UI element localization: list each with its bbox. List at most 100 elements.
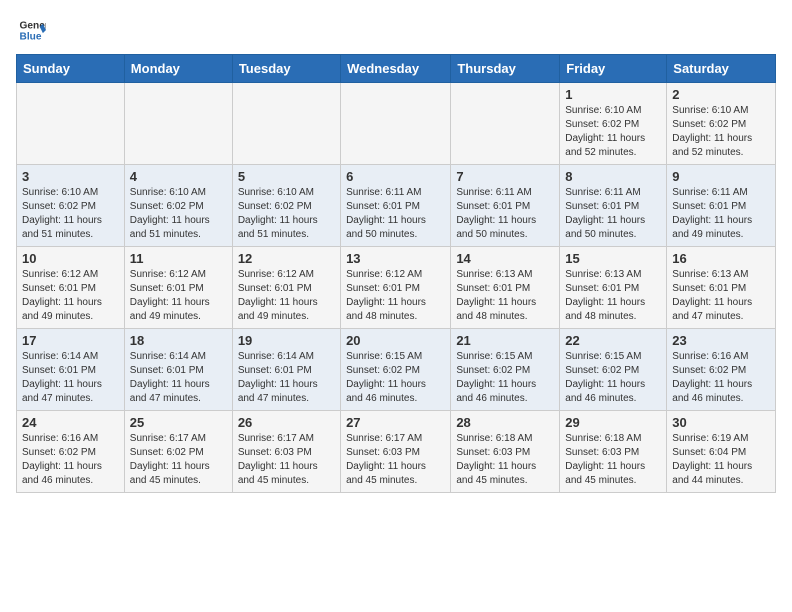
calendar-cell: 13 Sunrise: 6:12 AM Sunset: 6:01 PM Dayli… (341, 247, 451, 329)
calendar-cell: 10 Sunrise: 6:12 AM Sunset: 6:01 PM Dayli… (17, 247, 125, 329)
day-number: 3 (22, 169, 119, 184)
calendar-cell: 24 Sunrise: 6:16 AM Sunset: 6:02 PM Dayli… (17, 411, 125, 493)
weekday-header-thursday: Thursday (451, 55, 560, 83)
calendar-cell: 26 Sunrise: 6:17 AM Sunset: 6:03 PM Dayli… (232, 411, 340, 493)
day-number: 17 (22, 333, 119, 348)
day-info: Sunrise: 6:10 AM Sunset: 6:02 PM Dayligh… (565, 104, 661, 160)
day-number: 13 (346, 251, 445, 266)
calendar-cell: 25Sunrise: 6:17 AM Sunset: 6:02 PM Dayli… (124, 411, 232, 493)
day-number: 16 (672, 251, 770, 266)
day-info: Sunrise: 6:10 AM Sunset: 6:02 PM Dayligh… (238, 186, 335, 242)
day-info: Sunrise: 6:15 AM Sunset: 6:02 PM Dayligh… (456, 350, 554, 406)
day-info: Sunrise: 6:12 AM Sunset: 6:01 PM Dayligh… (130, 268, 227, 324)
day-info: Sunrise: 6:12 AM Sunset: 6:01 PM Dayligh… (22, 268, 119, 324)
day-number: 21 (456, 333, 554, 348)
day-number: 4 (130, 169, 227, 184)
day-info: Sunrise: 6:10 AM Sunset: 6:02 PM Dayligh… (130, 186, 227, 242)
day-info: Sunrise: 6:13 AM Sunset: 6:01 PM Dayligh… (456, 268, 554, 324)
day-number: 15 (565, 251, 661, 266)
calendar-table: SundayMondayTuesdayWednesdayThursdayFrid… (16, 54, 776, 493)
day-info: Sunrise: 6:15 AM Sunset: 6:02 PM Dayligh… (565, 350, 661, 406)
calendar-cell (17, 83, 125, 165)
day-number: 11 (130, 251, 227, 266)
day-number: 27 (346, 415, 445, 430)
calendar-cell (232, 83, 340, 165)
weekday-header-sunday: Sunday (17, 55, 125, 83)
calendar-cell: 11 Sunrise: 6:12 AM Sunset: 6:01 PM Dayli… (124, 247, 232, 329)
calendar-cell: 16 Sunrise: 6:13 AM Sunset: 6:01 PM Dayli… (667, 247, 776, 329)
day-info: Sunrise: 6:17 AM Sunset: 6:02 PM Dayligh… (130, 432, 227, 488)
day-number: 9 (672, 169, 770, 184)
calendar-cell: 20Sunrise: 6:15 AM Sunset: 6:02 PM Dayli… (341, 329, 451, 411)
weekday-header-saturday: Saturday (667, 55, 776, 83)
day-info: Sunrise: 6:14 AM Sunset: 6:01 PM Dayligh… (238, 350, 335, 406)
calendar-cell: 6Sunrise: 6:11 AM Sunset: 6:01 PM Daylig… (341, 165, 451, 247)
weekday-header-row: SundayMondayTuesdayWednesdayThursdayFrid… (17, 55, 776, 83)
day-info: Sunrise: 6:10 AM Sunset: 6:02 PM Dayligh… (672, 104, 770, 160)
day-number: 6 (346, 169, 445, 184)
calendar-cell: 29Sunrise: 6:18 AM Sunset: 6:03 PM Dayli… (560, 411, 667, 493)
header: General Blue (16, 16, 776, 44)
calendar-cell: 30 Sunrise: 6:19 AM Sunset: 6:04 PM Dayli… (667, 411, 776, 493)
day-number: 12 (238, 251, 335, 266)
calendar-cell: 1Sunrise: 6:10 AM Sunset: 6:02 PM Daylig… (560, 83, 667, 165)
page: General Blue SundayMondayTuesdayWednesda… (0, 0, 792, 501)
calendar-cell: 18 Sunrise: 6:14 AM Sunset: 6:01 PM Dayli… (124, 329, 232, 411)
calendar-cell: 17Sunrise: 6:14 AM Sunset: 6:01 PM Dayli… (17, 329, 125, 411)
day-info: Sunrise: 6:14 AM Sunset: 6:01 PM Dayligh… (130, 350, 227, 406)
day-number: 8 (565, 169, 661, 184)
week-row-2: 3 Sunrise: 6:10 AM Sunset: 6:02 PM Daylig… (17, 165, 776, 247)
day-info: Sunrise: 6:12 AM Sunset: 6:01 PM Dayligh… (346, 268, 445, 324)
week-row-3: 10 Sunrise: 6:12 AM Sunset: 6:01 PM Dayli… (17, 247, 776, 329)
calendar-cell: 12 Sunrise: 6:12 AM Sunset: 6:01 PM Dayli… (232, 247, 340, 329)
week-row-1: 1Sunrise: 6:10 AM Sunset: 6:02 PM Daylig… (17, 83, 776, 165)
calendar-cell (451, 83, 560, 165)
svg-text:Blue: Blue (20, 31, 42, 42)
day-number: 18 (130, 333, 227, 348)
day-number: 10 (22, 251, 119, 266)
calendar-cell: 3Sunrise: 6:10 AM Sunset: 6:02 PM Daylig… (17, 165, 125, 247)
week-row-5: 24 Sunrise: 6:16 AM Sunset: 6:02 PM Dayli… (17, 411, 776, 493)
calendar-cell: 21 Sunrise: 6:15 AM Sunset: 6:02 PM Dayli… (451, 329, 560, 411)
day-number: 26 (238, 415, 335, 430)
day-info: Sunrise: 6:15 AM Sunset: 6:02 PM Dayligh… (346, 350, 445, 406)
day-info: Sunrise: 6:11 AM Sunset: 6:01 PM Dayligh… (565, 186, 661, 242)
day-number: 5 (238, 169, 335, 184)
day-number: 28 (456, 415, 554, 430)
day-info: Sunrise: 6:19 AM Sunset: 6:04 PM Dayligh… (672, 432, 770, 488)
day-info: Sunrise: 6:13 AM Sunset: 6:01 PM Dayligh… (565, 268, 661, 324)
day-number: 23 (672, 333, 770, 348)
day-info: Sunrise: 6:11 AM Sunset: 6:01 PM Dayligh… (672, 186, 770, 242)
calendar-cell: 7 Sunrise: 6:11 AM Sunset: 6:01 PM Daylig… (451, 165, 560, 247)
calendar-cell: 28 Sunrise: 6:18 AM Sunset: 6:03 PM Dayli… (451, 411, 560, 493)
day-info: Sunrise: 6:18 AM Sunset: 6:03 PM Dayligh… (456, 432, 554, 488)
calendar-cell: 8 Sunrise: 6:11 AM Sunset: 6:01 PM Daylig… (560, 165, 667, 247)
day-info: Sunrise: 6:11 AM Sunset: 6:01 PM Dayligh… (456, 186, 554, 242)
calendar-cell: 27 Sunrise: 6:17 AM Sunset: 6:03 PM Dayli… (341, 411, 451, 493)
day-number: 30 (672, 415, 770, 430)
day-number: 24 (22, 415, 119, 430)
logo-icon: General Blue (18, 16, 46, 44)
weekday-header-tuesday: Tuesday (232, 55, 340, 83)
day-number: 14 (456, 251, 554, 266)
day-number: 22 (565, 333, 661, 348)
calendar-cell: 22 Sunrise: 6:15 AM Sunset: 6:02 PM Dayli… (560, 329, 667, 411)
weekday-header-friday: Friday (560, 55, 667, 83)
calendar-cell: 5 Sunrise: 6:10 AM Sunset: 6:02 PM Daylig… (232, 165, 340, 247)
weekday-header-monday: Monday (124, 55, 232, 83)
day-info: Sunrise: 6:16 AM Sunset: 6:02 PM Dayligh… (22, 432, 119, 488)
calendar-cell: 4 Sunrise: 6:10 AM Sunset: 6:02 PM Daylig… (124, 165, 232, 247)
day-number: 29 (565, 415, 661, 430)
calendar-cell: 15 Sunrise: 6:13 AM Sunset: 6:01 PM Dayli… (560, 247, 667, 329)
calendar-cell: 23 Sunrise: 6:16 AM Sunset: 6:02 PM Dayli… (667, 329, 776, 411)
day-info: Sunrise: 6:17 AM Sunset: 6:03 PM Dayligh… (238, 432, 335, 488)
calendar-cell: 19Sunrise: 6:14 AM Sunset: 6:01 PM Dayli… (232, 329, 340, 411)
day-info: Sunrise: 6:12 AM Sunset: 6:01 PM Dayligh… (238, 268, 335, 324)
day-number: 2 (672, 87, 770, 102)
day-number: 7 (456, 169, 554, 184)
logo: General Blue (16, 16, 46, 44)
day-info: Sunrise: 6:16 AM Sunset: 6:02 PM Dayligh… (672, 350, 770, 406)
day-info: Sunrise: 6:13 AM Sunset: 6:01 PM Dayligh… (672, 268, 770, 324)
calendar-cell (341, 83, 451, 165)
day-info: Sunrise: 6:17 AM Sunset: 6:03 PM Dayligh… (346, 432, 445, 488)
